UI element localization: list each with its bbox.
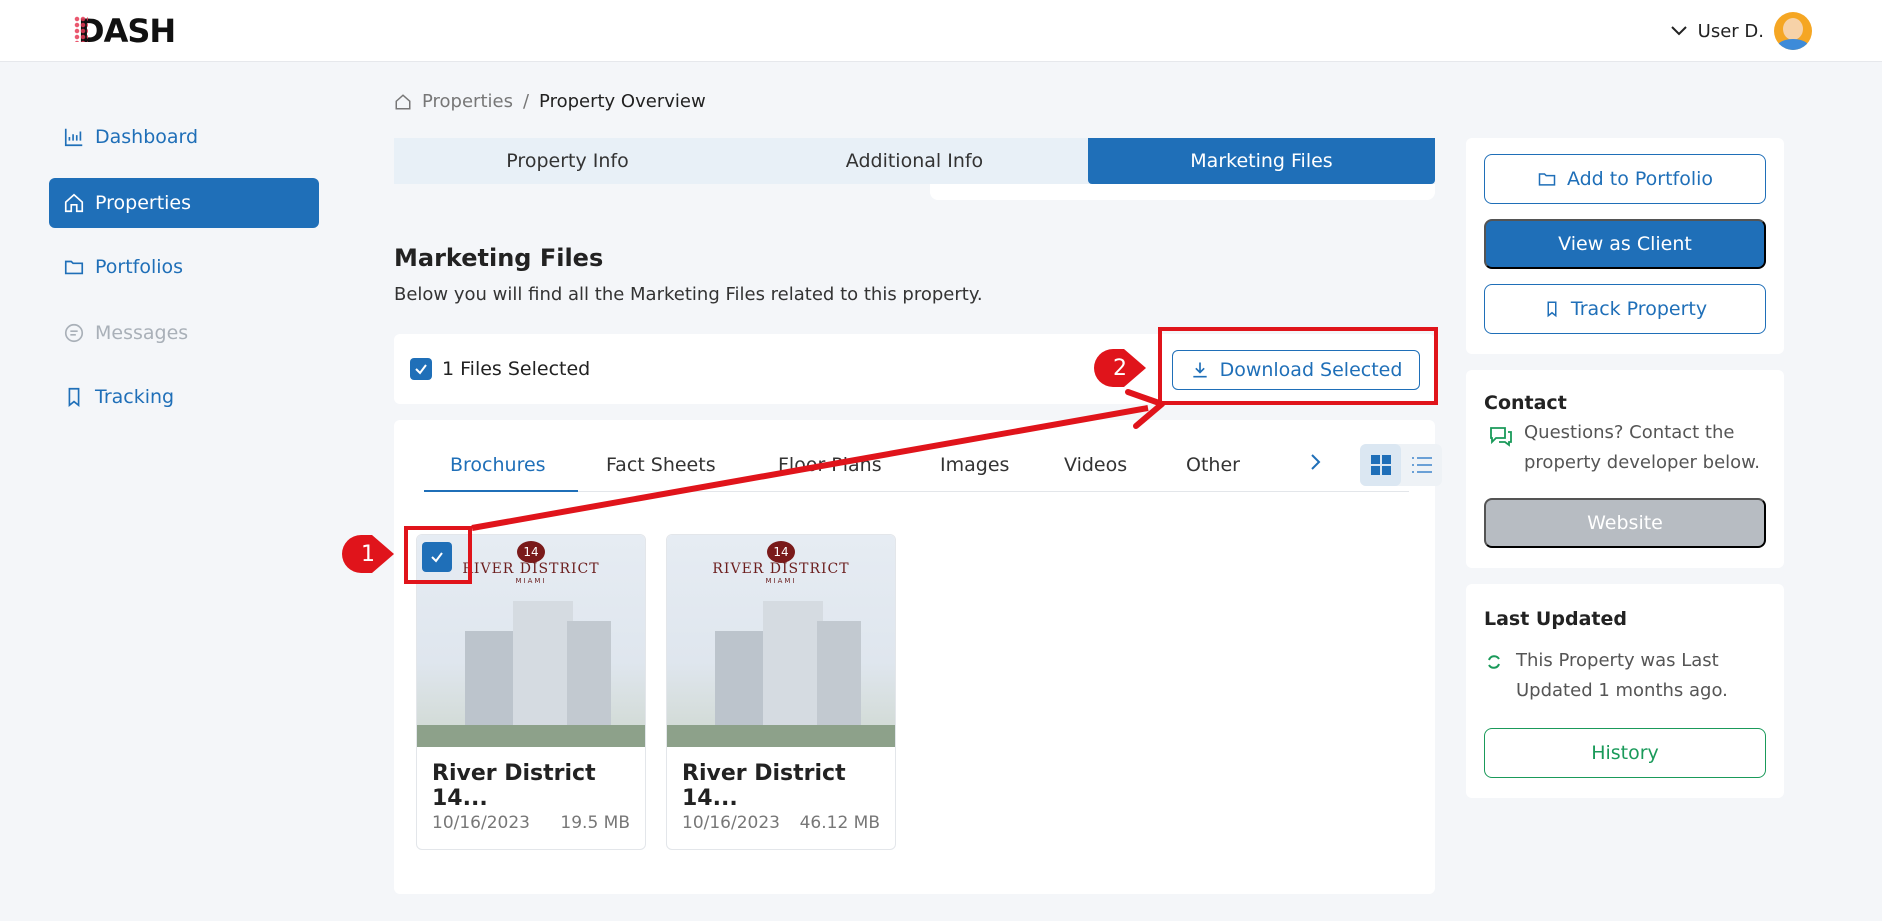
home-icon bbox=[64, 193, 84, 213]
breadcrumb-current: Property Overview bbox=[539, 91, 706, 112]
section-subtitle: Below you will find all the Marketing Fi… bbox=[394, 284, 983, 305]
website-label: Website bbox=[1587, 512, 1663, 534]
home-icon[interactable] bbox=[394, 93, 412, 111]
logo-dots-icon bbox=[74, 16, 88, 42]
add-to-portfolio-label: Add to Portfolio bbox=[1566, 168, 1714, 190]
tab-brochures[interactable]: Brochures bbox=[450, 454, 546, 476]
annotation-highlight-download bbox=[1158, 327, 1438, 405]
sidebar-item-label: Messages bbox=[95, 322, 189, 344]
view-toggle bbox=[1360, 444, 1442, 486]
check-icon bbox=[431, 552, 443, 563]
annotation-step-2: 2 bbox=[1094, 349, 1146, 387]
website-button[interactable]: Website bbox=[1484, 498, 1766, 548]
file-card[interactable]: 14 RIVER DISTRICT MIAMI River District 1… bbox=[666, 534, 896, 850]
folder-icon bbox=[64, 260, 84, 275]
sidebar-item-properties[interactable]: Properties bbox=[49, 178, 319, 228]
tab-additional-info[interactable]: Additional Info bbox=[741, 138, 1088, 184]
last-updated-panel: Last Updated This Property was Last Upda… bbox=[1466, 584, 1784, 798]
breadcrumb-separator: / bbox=[522, 91, 530, 112]
chat-icon bbox=[1488, 424, 1514, 452]
active-tab-underline bbox=[424, 490, 578, 492]
tab-property-info[interactable]: Property Info bbox=[394, 138, 741, 184]
select-all-checkbox[interactable] bbox=[410, 358, 432, 380]
actions-panel: Add to Portfolio View as Client Track Pr… bbox=[1466, 138, 1784, 354]
add-to-portfolio-button[interactable]: Add to Portfolio bbox=[1484, 154, 1766, 204]
breadcrumb-root[interactable]: Properties bbox=[422, 91, 513, 112]
sidebar-item-label: Tracking bbox=[95, 386, 175, 408]
list-view-icon[interactable] bbox=[1401, 444, 1442, 486]
contact-title: Contact bbox=[1484, 392, 1567, 414]
last-updated-text-line: Updated 1 months ago. bbox=[1516, 680, 1728, 701]
brand-text: RIVER DISTRICT bbox=[712, 561, 850, 577]
chevron-right-icon[interactable] bbox=[1310, 452, 1322, 477]
logo-text: DASH bbox=[78, 12, 176, 50]
select-all[interactable]: 1 Files Selected bbox=[410, 358, 590, 380]
file-date: 10/16/2023 bbox=[682, 813, 780, 833]
dash-logo[interactable]: DASH bbox=[74, 12, 176, 50]
sidebar-item-label: Portfolios bbox=[95, 256, 184, 278]
contact-text-line: property developer below. bbox=[1524, 452, 1760, 473]
sidebar-item-tracking[interactable]: Tracking bbox=[49, 372, 319, 422]
last-updated-text-line: This Property was Last bbox=[1516, 650, 1719, 671]
brand-subtext: MIAMI bbox=[765, 577, 797, 585]
sidebar-item-messages[interactable]: Messages bbox=[49, 308, 319, 358]
file-name: River District 14... bbox=[682, 761, 846, 811]
tab-images[interactable]: Images bbox=[940, 454, 1009, 476]
greenery-shape bbox=[667, 725, 895, 747]
sidebar-item-label: Properties bbox=[95, 192, 192, 214]
user-name: User D. bbox=[1697, 20, 1764, 42]
tab-videos[interactable]: Videos bbox=[1064, 454, 1127, 476]
sidebar-item-portfolios[interactable]: Portfolios bbox=[49, 242, 319, 292]
chevron-down-icon bbox=[1670, 22, 1688, 41]
section-title: Marketing Files bbox=[394, 244, 604, 272]
check-icon bbox=[415, 364, 427, 375]
grid-view-icon[interactable] bbox=[1360, 444, 1401, 486]
bookmark-icon bbox=[68, 387, 80, 407]
folder-icon bbox=[1538, 173, 1556, 186]
view-as-client-label: View as Client bbox=[1558, 233, 1692, 255]
property-tabs: Property Info Additional Info Marketing … bbox=[394, 138, 1435, 184]
sidebar-item-label: Dashboard bbox=[95, 126, 199, 148]
annotation-step-1: 1 bbox=[342, 535, 394, 573]
annotation-step-2-label: 2 bbox=[1113, 355, 1127, 381]
chart-icon bbox=[64, 128, 83, 147]
file-select-checkbox[interactable] bbox=[422, 542, 452, 572]
history-label: History bbox=[1591, 742, 1659, 764]
view-as-client-button[interactable]: View as Client bbox=[1484, 219, 1766, 269]
track-property-label: Track Property bbox=[1570, 298, 1708, 320]
tab-fact-sheets[interactable]: Fact Sheets bbox=[606, 454, 716, 476]
tab-other[interactable]: Other bbox=[1186, 454, 1240, 476]
sidebar-item-dashboard[interactable]: Dashboard bbox=[49, 112, 319, 162]
history-button[interactable]: History bbox=[1484, 728, 1766, 778]
track-property-button[interactable]: Track Property bbox=[1484, 284, 1766, 334]
file-size: 19.5 MB bbox=[560, 813, 630, 833]
file-date: 10/16/2023 bbox=[432, 813, 530, 833]
contact-text: Questions? Contact the property develope… bbox=[1524, 418, 1760, 478]
greenery-shape bbox=[417, 725, 645, 747]
file-name: River District 14... bbox=[432, 761, 596, 811]
tab-panel-edge bbox=[930, 184, 1435, 200]
brand-badge: 14 bbox=[517, 541, 545, 563]
avatar[interactable] bbox=[1774, 12, 1812, 50]
tab-floor-plans[interactable]: Floor Plans bbox=[778, 454, 882, 476]
tab-marketing-files[interactable]: Marketing Files bbox=[1088, 138, 1435, 184]
file-thumbnail: 14 RIVER DISTRICT MIAMI bbox=[667, 535, 895, 747]
user-menu[interactable]: User D. bbox=[1670, 12, 1812, 50]
brand-badge: 14 bbox=[767, 541, 795, 563]
file-size: 46.12 MB bbox=[799, 813, 880, 833]
refresh-icon bbox=[1486, 654, 1502, 674]
file-type-tabs: Brochures Fact Sheets Floor Plans Images… bbox=[424, 442, 1442, 492]
annotation-step-1-label: 1 bbox=[361, 541, 375, 567]
bookmark-icon bbox=[1547, 301, 1557, 318]
breadcrumb: Properties / Property Overview bbox=[394, 91, 706, 112]
files-panel: Brochures Fact Sheets Floor Plans Images… bbox=[394, 420, 1442, 894]
selection-count: 1 Files Selected bbox=[442, 358, 591, 380]
contact-text-line: Questions? Contact the bbox=[1524, 422, 1735, 443]
contact-panel: Contact Questions? Contact the property … bbox=[1466, 370, 1784, 568]
last-updated-title: Last Updated bbox=[1484, 608, 1627, 630]
message-icon bbox=[64, 323, 84, 343]
last-updated-text: This Property was Last Updated 1 months … bbox=[1516, 646, 1728, 706]
top-bar: DASH User D. bbox=[0, 0, 1882, 62]
